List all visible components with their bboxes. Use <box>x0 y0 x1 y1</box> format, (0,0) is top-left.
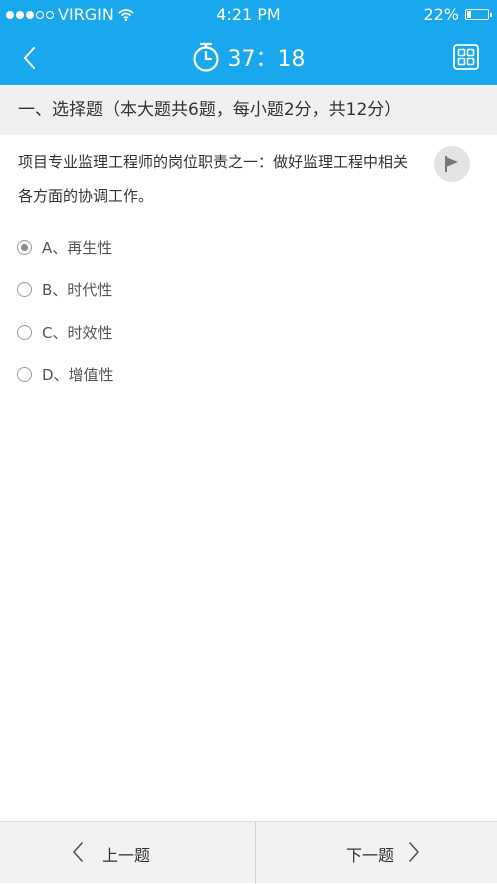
prev-question-button[interactable]: 上一题 <box>0 822 255 883</box>
top-bar: VIRGIN 4:21 PM 22% 37：18 <box>0 0 497 85</box>
timer-text: 37：18 <box>227 47 306 72</box>
radio-button[interactable] <box>17 239 32 255</box>
battery-percent: 22% <box>423 5 459 24</box>
option-label: A、再生性 <box>42 238 113 257</box>
answer-sheet-button[interactable] <box>453 44 479 70</box>
radio-button[interactable] <box>17 282 32 298</box>
option-c[interactable]: C、时效性 <box>17 311 114 354</box>
option-label: D、增值性 <box>42 366 114 385</box>
status-bar: VIRGIN 4:21 PM 22% <box>0 0 497 30</box>
radio-button[interactable] <box>17 367 32 383</box>
next-label: 下一题 <box>346 846 395 865</box>
question-text: 项目专业监理工程师的岗位职责之一：做好监理工程中相关各方面的协调工作。 <box>18 153 409 205</box>
flag-button[interactable] <box>434 146 470 182</box>
option-b[interactable]: B、时代性 <box>17 269 114 312</box>
prev-label: 上一题 <box>102 846 151 865</box>
chevron-left-icon <box>73 842 83 862</box>
option-a[interactable]: A、再生性 <box>17 226 114 269</box>
nav-bar: 37：18 <box>0 30 497 85</box>
stopwatch-icon <box>192 42 219 72</box>
battery-fill <box>467 11 471 18</box>
battery-info: 22% <box>423 5 492 24</box>
answer-options: A、再生性 B、时代性 C、时效性 D、增值性 <box>17 226 114 396</box>
radio-button[interactable] <box>17 324 32 340</box>
status-time: 4:21 PM <box>216 5 281 24</box>
option-d[interactable]: D、增值性 <box>17 354 114 397</box>
bottom-bar: 上一题 下一题 <box>0 821 497 884</box>
option-label: C、时效性 <box>42 323 113 342</box>
next-question-button[interactable]: 下一题 <box>256 822 497 883</box>
countdown-timer: 37：18 <box>0 41 497 73</box>
grid-icon <box>453 44 479 70</box>
section-title: 一、选择题（本大题共6题，每小题2分，共12分） <box>0 85 497 135</box>
option-label: B、时代性 <box>42 281 113 300</box>
battery-icon <box>465 9 492 20</box>
flag-icon <box>445 156 458 172</box>
chevron-right-icon <box>409 842 419 862</box>
